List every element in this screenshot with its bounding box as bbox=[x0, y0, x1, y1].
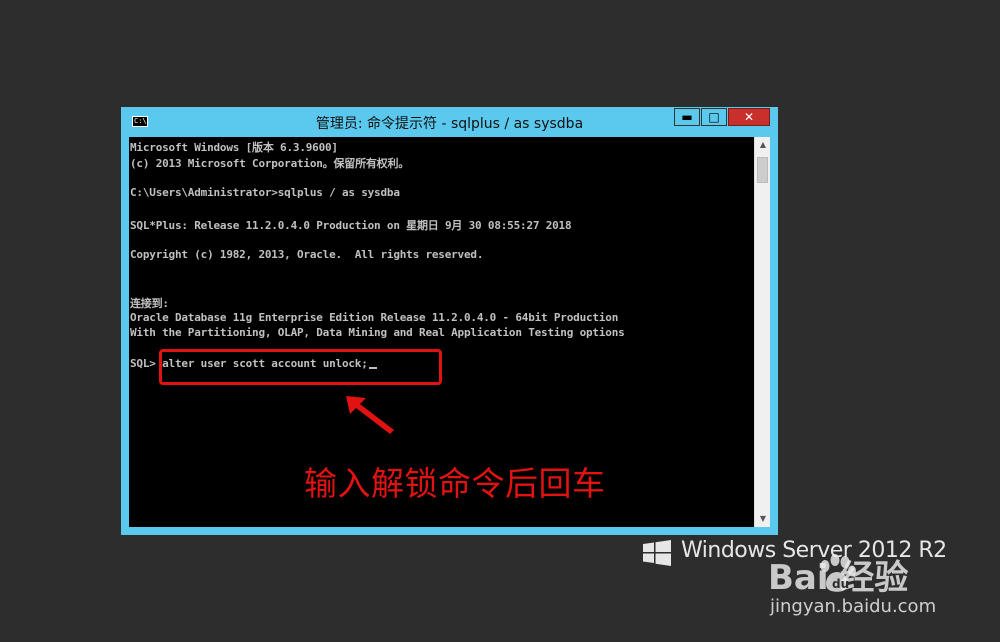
maximize-button[interactable]: □ bbox=[701, 108, 727, 126]
console-line: (c) 2013 Microsoft Corporation。保留所有权利。 bbox=[130, 156, 410, 170]
scroll-thumb[interactable] bbox=[757, 157, 768, 183]
vertical-scrollbar[interactable]: ▲ ▼ bbox=[754, 137, 770, 527]
svg-text:du: du bbox=[832, 577, 849, 591]
console-line: Oracle Database 11g Enterprise Edition R… bbox=[130, 310, 619, 324]
minimize-button[interactable]: ▬ bbox=[674, 108, 700, 126]
console-line: Copyright (c) 1982, 2013, Oracle. All ri… bbox=[130, 248, 484, 262]
arrow-icon bbox=[346, 396, 394, 434]
console-line: 连接到: bbox=[130, 297, 169, 310]
watermark-url: jingyan.baidu.com bbox=[770, 596, 937, 617]
scroll-down-icon[interactable]: ▼ bbox=[755, 511, 771, 527]
title-bar[interactable]: C:\ 管理员: 命令提示符 - sqlplus / as sysdba ▬ □… bbox=[121, 107, 778, 137]
console-line: With the Partitioning, OLAP, Data Mining… bbox=[130, 326, 625, 340]
annotation-text: 输入解锁命令后回车 bbox=[304, 464, 606, 503]
console-line: C:\Users\Administrator>sqlplus / as sysd… bbox=[130, 185, 400, 199]
sql-prompt: SQL> bbox=[130, 357, 163, 371]
baidu-paw-icon: du bbox=[820, 554, 856, 592]
scroll-up-icon[interactable]: ▲ bbox=[755, 137, 771, 153]
close-button[interactable]: ✕ bbox=[728, 108, 770, 126]
console-line: SQL*Plus: Release 11.2.0.4.0 Production … bbox=[130, 219, 572, 232]
windows-logo-icon bbox=[643, 540, 671, 566]
console-line: Microsoft Windows [版本 6.3.9600] bbox=[130, 141, 338, 154]
command-highlight-box bbox=[159, 349, 442, 385]
